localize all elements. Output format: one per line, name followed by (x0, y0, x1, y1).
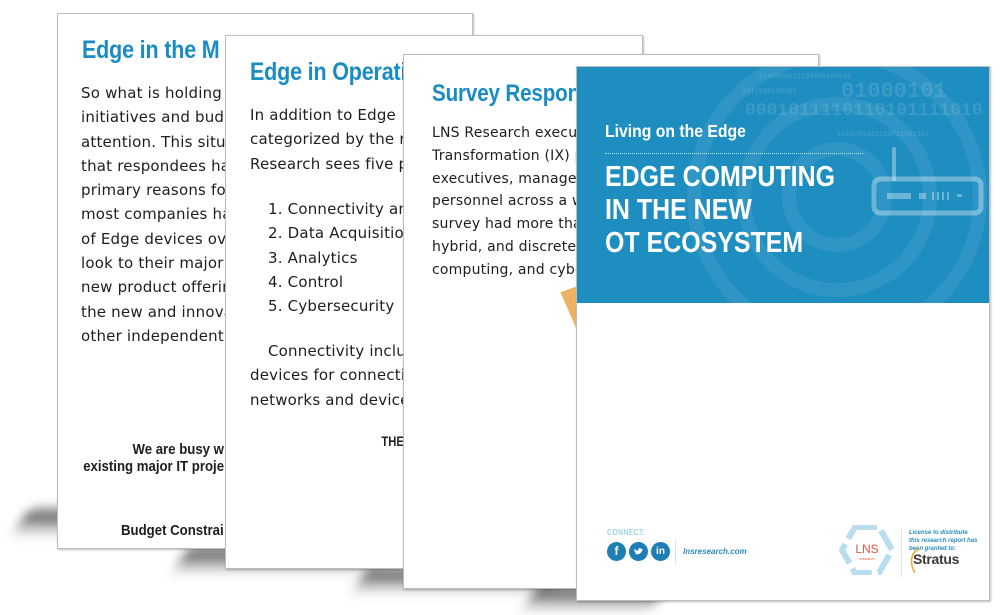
binary-decoration: 0100010111100100100101 (759, 73, 852, 81)
text-line: new product offerin (81, 278, 232, 297)
text-line: initiatives and budg (81, 108, 234, 127)
binary-decoration: 0001011110110101111010 (745, 101, 983, 121)
quote-line: existing major IT proje (83, 458, 224, 475)
cover-title-line: EDGE COMPUTING (605, 161, 836, 193)
text-line: networks and devices. (250, 390, 423, 409)
text-line: devices for connectin (250, 366, 415, 385)
report-cover-page: 0100010111100100100101 1011000100101 010… (576, 66, 990, 601)
binary-decoration: 1010001011110011001101 (837, 131, 930, 139)
text-line: the new and innova (81, 302, 234, 321)
lns-logo-text: LNS (855, 542, 878, 556)
list-item: 4. Control (268, 272, 344, 291)
text-line: of Edge devices ove (81, 229, 236, 248)
page-title: Edge in Operati (250, 58, 407, 86)
text-line: So what is holding (81, 84, 223, 102)
quote-line: We are busy w (132, 441, 224, 458)
list-item: 3. Analytics (268, 248, 358, 267)
lns-research-logo: LNS research (839, 525, 895, 575)
lns-logo-subtext: research (859, 556, 875, 561)
text-line: other independent (81, 326, 224, 345)
cover-header-banner: 0100010111100100100101 1011000100101 010… (577, 67, 989, 303)
linkedin-icon[interactable]: in (651, 542, 670, 561)
list-item: 1. Connectivity and (268, 200, 418, 218)
facebook-icon[interactable]: f (607, 542, 626, 561)
cover-subtitle: Living on the Edge (605, 121, 746, 141)
page-body-text: So what is holding initiatives and budg … (81, 81, 236, 348)
chart-category-label: Budget Constrai (121, 522, 224, 539)
twitter-icon[interactable] (629, 542, 648, 561)
numbered-list: 1. Connectivity and 2. Data Acquisition … (268, 197, 418, 318)
page-title: Edge in the M (82, 36, 220, 64)
text-line: that respondees ha (81, 156, 231, 175)
router-icon (871, 147, 984, 216)
text-line: look to their major (81, 254, 224, 273)
list-item: 5. Cybersecurity (268, 297, 395, 316)
footer-divider (901, 529, 902, 577)
cover-title: EDGE COMPUTING IN THE NEW OT ECOSYSTEM (605, 161, 835, 260)
page-paragraph-text: Connectivity incluc devices for connecti… (250, 339, 423, 412)
list-item: 2. Data Acquisition (268, 224, 414, 243)
cover-title-line: OT ECOSYSTEM (605, 227, 804, 259)
footer-divider (675, 539, 676, 565)
cover-title-line: IN THE NEW (605, 194, 752, 226)
text-line: primary reasons fo (81, 181, 226, 200)
binary-decoration: 1011000100101 (742, 88, 797, 96)
connect-label: CONNECT: (607, 528, 646, 537)
dotted-divider (605, 153, 863, 154)
text-line: Connectivity incluc (268, 342, 415, 360)
stratus-logo: Stratus (913, 551, 960, 567)
text-line: attention. This situa (81, 132, 236, 151)
website-link[interactable]: lnsresearch.com (683, 547, 747, 556)
text-line: most companies ha (81, 205, 232, 224)
